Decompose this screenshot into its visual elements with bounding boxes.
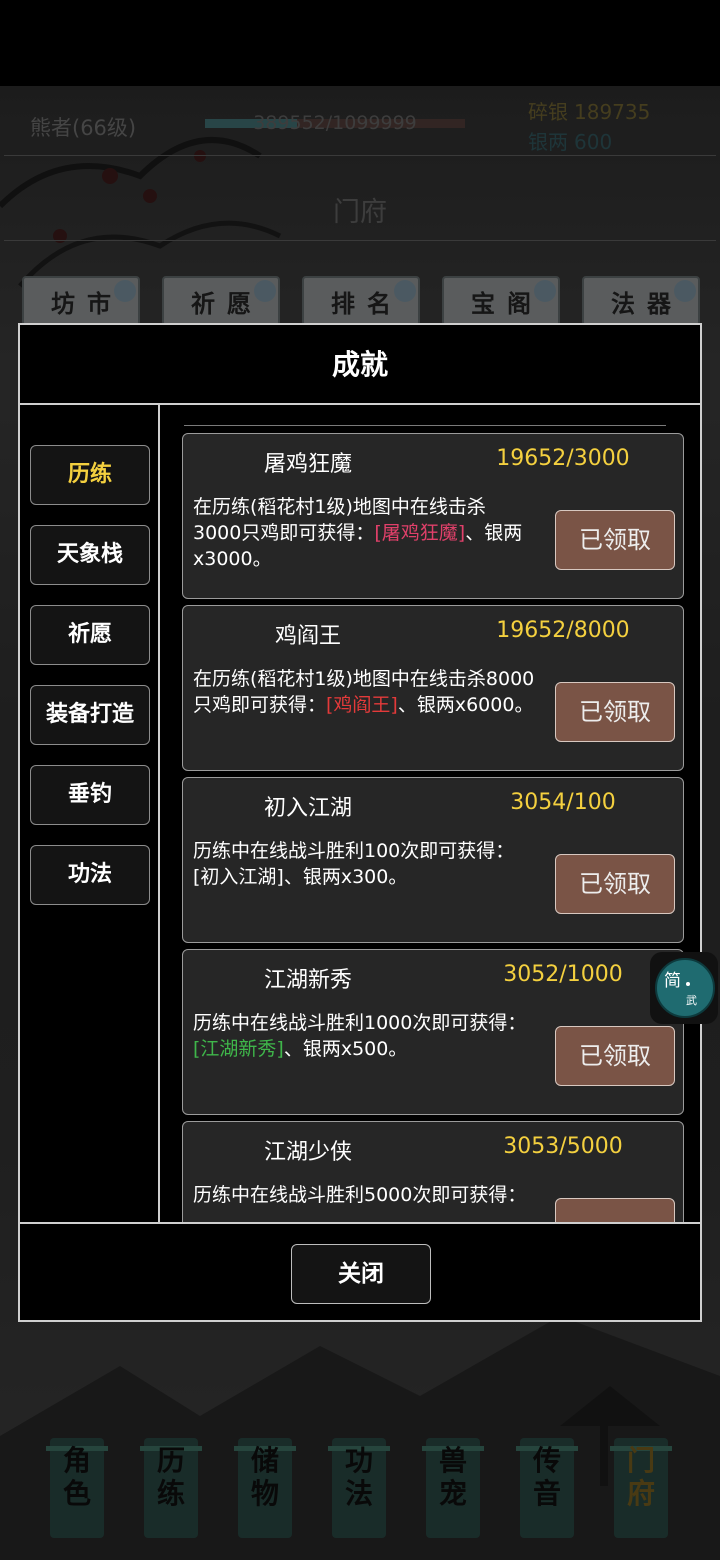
achievement-progress: 19652/8000 [496, 618, 630, 643]
achievement-name: 江湖少侠 [263, 1140, 352, 1165]
achievement-card: 鸡阎王 19652/8000 在历练(稻花村1级)地图中在线击杀8000 只鸡即… [182, 605, 684, 771]
achievement-description: 历练中在线战斗胜利100次即可获得： [初入江湖]、银两x300。 [193, 840, 515, 888]
reward-title: [江湖新秀] [193, 1038, 284, 1060]
category-celestial-inn[interactable]: 天象栈 [30, 525, 150, 585]
achievement-progress: 3053/5000 [503, 1134, 623, 1159]
achievement-name: 初入江湖 [263, 796, 352, 821]
list-divider [184, 425, 666, 426]
category-skills[interactable]: 功法 [30, 845, 150, 905]
achievement-name: 鸡阎王 [274, 624, 341, 649]
assistant-label-1: 简 [664, 971, 681, 991]
achievement-list[interactable]: 屠鸡狂魔 19652/3000 在历练(稻花村1级)地图中在线击杀 3000只鸡… [162, 405, 700, 1222]
claimed-button[interactable]: 已领取 [555, 854, 675, 914]
achievement-card: 江湖少侠 3053/5000 历练中在线战斗胜利5000次即可获得： [182, 1121, 684, 1222]
category-training[interactable]: 历练 [30, 445, 150, 505]
achievement-description: 历练中在线战斗胜利1000次即可获得： [江湖新秀]、银两x500。 [193, 1012, 527, 1060]
achievement-description: 在历练(稻花村1级)地图中在线击杀 3000只鸡即可获得：[屠鸡狂魔]、银两 x… [193, 496, 523, 570]
achievement-card: 屠鸡狂魔 19652/3000 在历练(稻花村1级)地图中在线击杀 3000只鸡… [182, 433, 684, 599]
claimed-button[interactable]: 已领取 [555, 682, 675, 742]
achievement-name: 江湖新秀 [263, 968, 352, 993]
category-sidebar: 历练 天象栈 祈愿 装备打造 垂钓 功法 [20, 405, 160, 1222]
achievement-description: 历练中在线战斗胜利5000次即可获得： [193, 1184, 527, 1206]
achievement-card: 江湖新秀 3052/1000 历练中在线战斗胜利1000次即可获得： [江湖新秀… [182, 949, 684, 1115]
modal-footer: 关闭 [20, 1222, 700, 1320]
achievement-description: 在历练(稻花村1级)地图中在线击杀8000 只鸡即可获得：[鸡阎王]、银两x60… [193, 668, 535, 716]
close-button[interactable]: 关闭 [291, 1244, 431, 1304]
claim-button[interactable] [555, 1198, 675, 1222]
achievement-name: 屠鸡狂魔 [263, 452, 352, 477]
claimed-button[interactable]: 已领取 [555, 510, 675, 570]
modal-title: 成就 [331, 348, 388, 381]
achievement-progress: 19652/3000 [496, 446, 630, 471]
modal-header: 成就 [20, 325, 700, 405]
floating-assistant-button[interactable]: 简 武 [650, 952, 718, 1024]
achievement-card: 初入江湖 3054/100 历练中在线战斗胜利100次即可获得： [初入江湖]、… [182, 777, 684, 943]
category-wish[interactable]: 祈愿 [30, 605, 150, 665]
claimed-button[interactable]: 已领取 [555, 1026, 675, 1086]
achievements-modal: 成就 历练 天象栈 祈愿 装备打造 垂钓 功法 屠鸡狂魔 19652/3000 … [18, 323, 702, 1322]
achievement-progress: 3054/100 [510, 790, 616, 815]
category-fishing[interactable]: 垂钓 [30, 765, 150, 825]
reward-title: [鸡阎王] [326, 694, 398, 716]
category-forging[interactable]: 装备打造 [30, 685, 150, 745]
assistant-label-2: 武 [686, 994, 697, 1007]
reward-title: [屠鸡狂魔] [374, 522, 466, 544]
achievement-progress: 3052/1000 [503, 962, 623, 987]
